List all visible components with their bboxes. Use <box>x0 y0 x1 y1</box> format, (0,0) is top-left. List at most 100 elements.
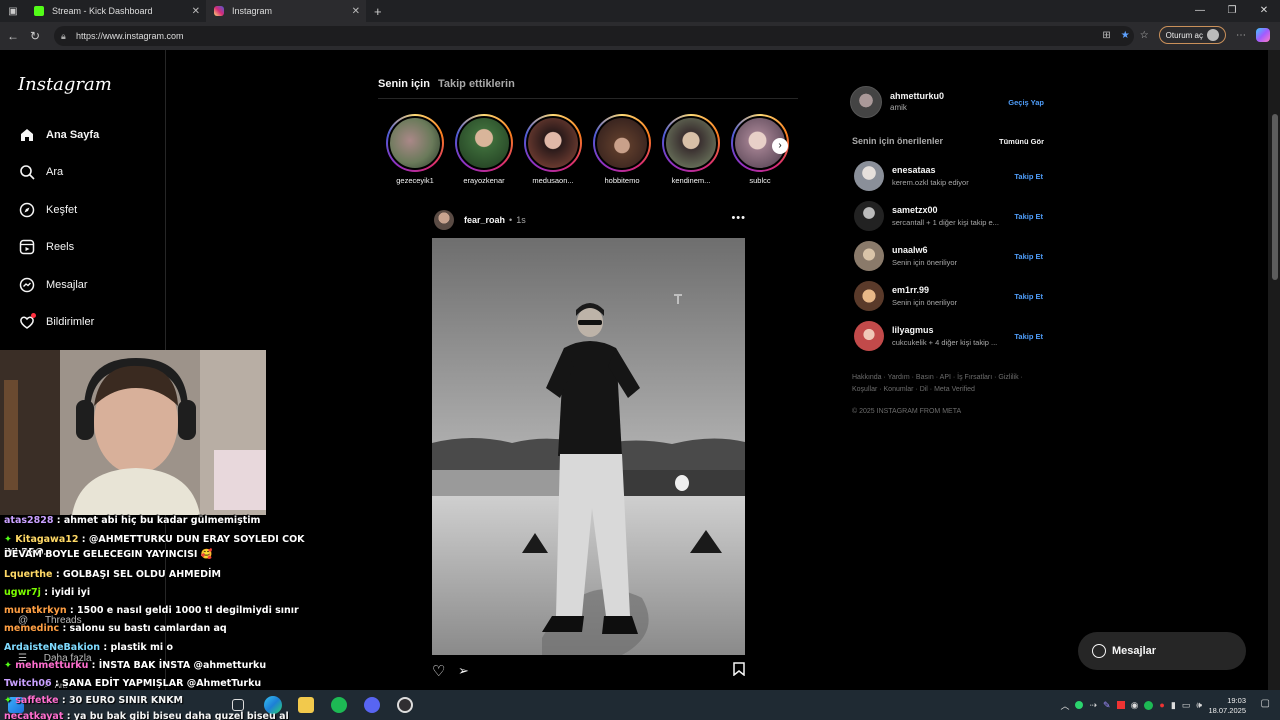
tray-app-icon[interactable]: ● <box>1159 700 1164 710</box>
current-username[interactable]: ahmetturku0 <box>890 91 944 101</box>
chat-badge-icon: ✦ <box>4 695 12 706</box>
tray-app-icon[interactable]: ◉ <box>1131 700 1139 711</box>
page-scrollbar[interactable] <box>1268 50 1280 690</box>
suggestion-username[interactable]: unaalw6 <box>892 245 928 255</box>
chat-username: mehmetturku <box>15 660 89 671</box>
volume-icon[interactable]: 🕪︎ <box>1196 700 1202 711</box>
compass-icon <box>18 201 36 219</box>
post-more-options-icon[interactable]: ••• <box>731 212 746 224</box>
tray-app-icon[interactable]: ✎ <box>1103 700 1111 711</box>
spotify-icon[interactable] <box>331 697 347 713</box>
discord-icon[interactable] <box>364 697 380 713</box>
suggestion-row: lilyagmus cukcukelik + 4 diğer kişi taki… <box>850 316 1046 356</box>
scrollbar-thumb[interactable] <box>1272 114 1278 280</box>
story-item[interactable]: hobbitemo <box>593 114 651 185</box>
suggestion-avatar[interactable] <box>854 241 884 271</box>
stories-next-icon[interactable]: › <box>772 138 788 154</box>
sidebar-item-label: Keşfet <box>46 204 78 216</box>
post-avatar[interactable] <box>434 210 454 230</box>
tray-chevron-icon[interactable]: ︿ <box>1060 699 1069 712</box>
tab-instagram[interactable]: Instagram ✕ <box>206 0 366 22</box>
chat-username: saffetke <box>15 695 59 706</box>
tab-for-you[interactable]: Senin için <box>378 78 430 90</box>
tray-spotify-icon[interactable] <box>1144 700 1154 710</box>
new-tab-icon[interactable]: + <box>374 4 382 19</box>
tray-app-icon[interactable] <box>1116 701 1125 709</box>
like-heart-icon[interactable]: ♡ <box>432 662 445 680</box>
suggestion-avatar[interactable] <box>854 201 884 231</box>
minimize-icon[interactable]: — <box>1184 0 1216 22</box>
follow-button[interactable]: Takip Et <box>1014 332 1043 341</box>
network-icon[interactable]: ▭ <box>1182 700 1191 711</box>
follow-button[interactable]: Takip Et <box>1014 212 1043 221</box>
signin-button[interactable]: Oturum aç <box>1158 26 1226 44</box>
follow-button[interactable]: Takip Et <box>1014 292 1043 301</box>
sidebar-item-messages[interactable]: Mesajlar <box>18 276 88 294</box>
obs-icon[interactable] <box>397 697 413 713</box>
file-explorer-icon[interactable] <box>298 697 314 713</box>
follow-button[interactable]: Takip Et <box>1014 252 1043 261</box>
suggestion-username[interactable]: em1rr.99 <box>892 285 929 295</box>
suggestion-avatar[interactable] <box>854 321 884 351</box>
current-user-avatar[interactable] <box>850 86 882 118</box>
chat-text: : ya bu bak gibi biseu daha guzel biseu … <box>66 711 289 720</box>
tray-app-icon[interactable] <box>1075 701 1084 709</box>
app-available-icon[interactable]: ⊞ <box>1102 30 1110 41</box>
chat-username: Kitagawa12 <box>15 534 79 545</box>
tray-app-icon[interactable]: ⇢ <box>1089 700 1097 711</box>
more-options-icon[interactable]: ⋯ <box>1236 30 1246 41</box>
favorites-icon[interactable]: ☆ <box>1140 30 1149 41</box>
suggestion-avatar[interactable] <box>854 161 884 191</box>
tab-following[interactable]: Takip ettiklerin <box>438 78 515 90</box>
chat-text: : GOLBAŞI SEL OLDU AHMEDİM <box>55 569 221 580</box>
story-item[interactable]: gezeceyik1 <box>386 114 444 185</box>
refresh-icon[interactable]: ↻ <box>24 29 46 43</box>
messages-floating-button[interactable]: Mesajlar <box>1078 632 1246 670</box>
post-image[interactable] <box>432 238 745 655</box>
suggestion-username[interactable]: sametzx00 <box>892 205 938 215</box>
post-username[interactable]: fear_roah <box>464 215 505 225</box>
back-icon[interactable]: ← <box>2 29 24 43</box>
post-separator: • <box>509 215 513 225</box>
sidebar-item-explore[interactable]: Keşfet <box>18 201 77 219</box>
favorite-star-icon[interactable]: ★ <box>1121 30 1130 41</box>
post-header: fear_roah • 1s ••• <box>434 210 746 230</box>
sidebar-item-notifications[interactable]: Bildirimler <box>18 313 94 331</box>
sidebar-item-search[interactable]: Ara <box>18 163 63 181</box>
heart-icon <box>18 313 36 331</box>
taskbar-clock[interactable]: 19:03 18.07.2025 <box>1208 696 1246 716</box>
sidebar-item-home[interactable]: Ana Sayfa <box>18 126 99 144</box>
chat-message: ugwr7j : iyidi iyi <box>4 586 90 599</box>
close-tab-icon[interactable]: ✕ <box>192 6 200 17</box>
share-send-icon[interactable]: ➢ <box>458 663 469 679</box>
maximize-icon[interactable]: ❐ <box>1216 0 1248 22</box>
story-item[interactable]: erayozkenar <box>455 114 513 185</box>
switch-account-link[interactable]: Geçiş Yap <box>1008 98 1044 107</box>
sidebar-item-label: Ara <box>46 166 64 178</box>
tray-app-icon[interactable]: ▮ <box>1171 700 1176 711</box>
story-item[interactable]: medusaon... <box>524 114 582 185</box>
suggestion-username[interactable]: enesataas <box>892 165 936 175</box>
follow-button[interactable]: Takip Et <box>1014 172 1043 181</box>
close-window-icon[interactable]: ✕ <box>1248 0 1280 22</box>
story-item[interactable]: kendinem... <box>662 114 720 185</box>
footer-links[interactable]: Hakkında · Yardım · Basın · API · İş Fır… <box>850 372 1040 396</box>
url-input[interactable]: 🔒︎ https://www.instagram.com <box>54 26 1134 46</box>
tab-actions-icon[interactable]: ▣ <box>0 6 26 17</box>
see-all-link[interactable]: Tümünü Gör <box>999 137 1044 146</box>
chat-username: Twitch06 <box>4 678 52 689</box>
chat-text: : plastik mi o <box>103 642 174 653</box>
suggestion-username[interactable]: lilyagmus <box>892 325 934 335</box>
copilot-icon[interactable] <box>1256 28 1270 42</box>
notifications-icon[interactable]: ▢ <box>1261 698 1270 709</box>
story-username: medusaon... <box>532 176 574 185</box>
suggestion-avatar[interactable] <box>854 281 884 311</box>
instagram-logo[interactable]: Instagram <box>18 74 112 95</box>
messenger-icon <box>18 276 36 294</box>
chat-text: : 1500 e nasıl geldi 1000 tl degilmiydi … <box>69 605 299 616</box>
sidebar-item-reels[interactable]: Reels <box>18 238 74 256</box>
close-tab-icon[interactable]: ✕ <box>352 6 360 17</box>
save-bookmark-icon[interactable] <box>733 662 745 680</box>
tab-kick-dashboard[interactable]: Stream - Kick Dashboard ✕ <box>26 0 206 22</box>
windows-taskbar: ✦ saffetke : 30 EURO SINIR KNKM necatkay… <box>0 690 1280 720</box>
